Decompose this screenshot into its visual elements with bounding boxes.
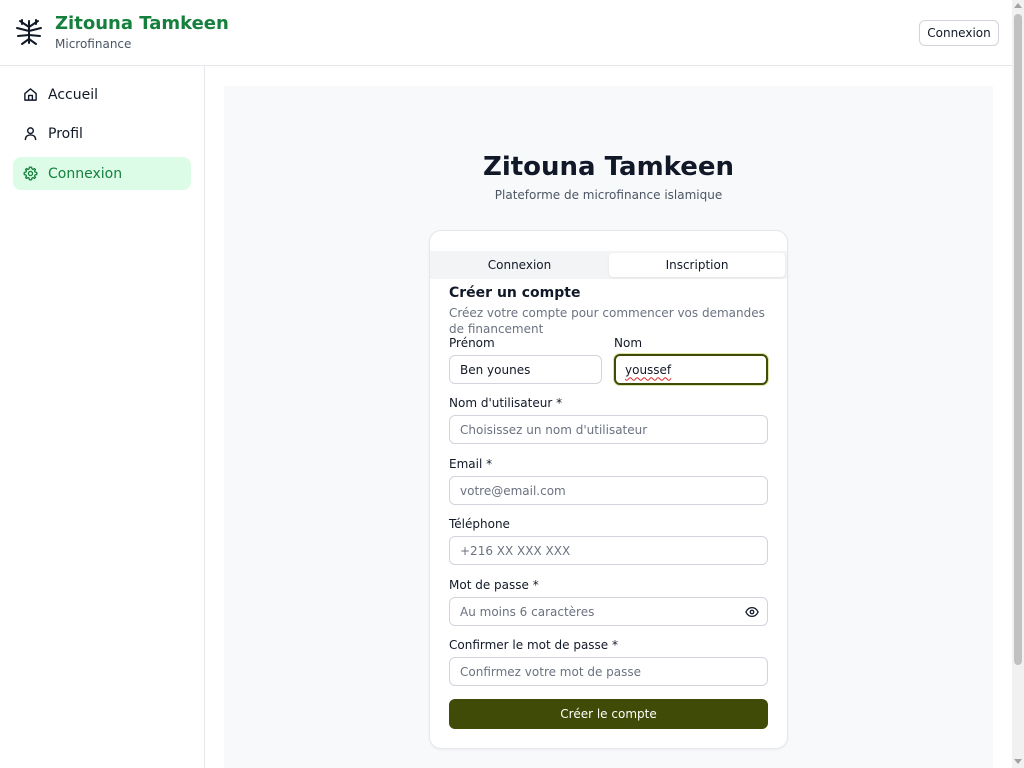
page-subtitle: Plateforme de microfinance islamique (494, 188, 723, 202)
scrollbar[interactable] (1012, 0, 1024, 768)
header-login-button[interactable]: Connexion (919, 20, 999, 46)
first-name-value: Ben younes (460, 362, 531, 377)
first-name-label: Prénom (449, 336, 495, 350)
scroll-up-arrow-icon[interactable] (1014, 3, 1022, 8)
form-description: Créez votre compte pour commencer vos de… (449, 306, 765, 336)
create-account-button[interactable]: Créer le compte (449, 699, 768, 729)
phone-field[interactable]: +216 XX XXX XXX (449, 536, 768, 565)
tree-icon (16, 19, 42, 45)
main-content: Zitouna Tamkeen Plateforme de microfinan… (224, 86, 993, 768)
email-label: Email * (449, 457, 493, 471)
first-name-field[interactable]: Ben younes (449, 355, 602, 384)
scroll-thumb[interactable] (1014, 14, 1022, 665)
scroll-down-arrow-icon[interactable] (1014, 759, 1022, 764)
auth-tabs: Connexion Inscription (430, 251, 787, 279)
tab-connexion[interactable]: Connexion (432, 253, 607, 277)
top-header: Zitouna Tamkeen Microfinance Connexion (0, 0, 1012, 66)
gear-icon (23, 166, 38, 181)
last-name-field[interactable]: youssef (614, 354, 768, 385)
phone-label: Téléphone (449, 517, 510, 531)
sidebar: Accueil Profil Connexion (0, 66, 205, 768)
password-field[interactable]: Au moins 6 caractères (449, 597, 768, 626)
sidebar-item-label: Connexion (48, 165, 123, 182)
signup-card: Connexion Inscription Créer un compte Cr… (429, 230, 788, 749)
username-field[interactable]: Choisissez un nom d'utilisateur (449, 415, 768, 444)
password-label: Mot de passe * (449, 578, 539, 592)
sidebar-item-connexion[interactable]: Connexion (13, 157, 191, 190)
brand-subtitle: Microfinance (55, 37, 132, 51)
last-name-label: Nom (614, 336, 643, 350)
eye-icon[interactable] (745, 606, 759, 618)
user-icon (24, 127, 37, 141)
brand-title: Zitouna Tamkeen (55, 13, 229, 34)
sidebar-item-label: Profil (48, 125, 83, 142)
page-title: Zitouna Tamkeen (482, 152, 735, 182)
username-label: Nom d'utilisateur * (449, 396, 563, 410)
form-title: Créer un compte (449, 285, 581, 301)
email-field[interactable]: votre@email.com (449, 476, 768, 505)
confirm-password-label: Confirmer le mot de passe * (449, 638, 618, 652)
sidebar-item-accueil[interactable]: Accueil (13, 78, 191, 111)
confirm-password-field[interactable]: Confirmez votre mot de passe (449, 657, 768, 686)
sidebar-item-label: Accueil (48, 86, 98, 103)
password-placeholder: Au moins 6 caractères (460, 604, 595, 619)
tab-inscription[interactable]: Inscription (609, 253, 785, 277)
sidebar-item-profil[interactable]: Profil (13, 117, 191, 150)
home-icon (24, 88, 37, 101)
last-name-value: youssef (625, 362, 672, 377)
